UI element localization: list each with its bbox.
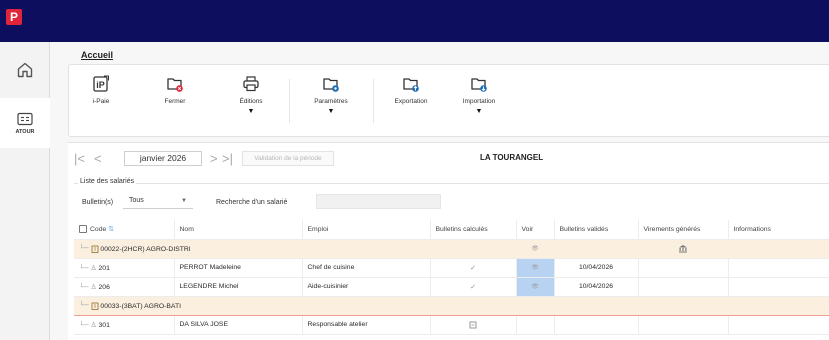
chevron-down-icon: ▼: [181, 198, 187, 204]
column-emploi[interactable]: Emploi: [302, 220, 431, 240]
ipaie-icon: iP: [93, 75, 109, 92]
eye-icon[interactable]: 👁: [531, 246, 539, 252]
last-period-button[interactable]: >|: [222, 152, 233, 166]
group-row[interactable]: └─ 00022-(2HCR) AGRO-DISTRI 👁: [74, 239, 829, 259]
folder-export-icon: [403, 78, 419, 92]
calculate-icon[interactable]: [469, 321, 477, 329]
fermer-label: Fermer: [164, 98, 186, 105]
exportation-button[interactable]: Exportation: [381, 75, 441, 131]
ribbon-separator: [373, 79, 374, 123]
first-period-button[interactable]: |<: [74, 152, 85, 166]
importation-label: Importation: [462, 98, 496, 105]
parametres-label: Paramètres: [314, 98, 348, 105]
importation-button[interactable]: Importation ▼: [449, 75, 509, 131]
folder-settings-icon: [323, 78, 339, 92]
importation-caret-icon[interactable]: ▼: [476, 108, 483, 115]
group-row[interactable]: └─ 00033-(3BAT) AGRO-BATI: [74, 295, 829, 316]
tab-accueil[interactable]: Accueil: [81, 50, 113, 60]
section-divider: [74, 183, 829, 184]
parametres-button[interactable]: Paramètres ▼: [301, 75, 361, 131]
table-header-row: Code ⇅ Nom Emploi Bulletins calculés Voi…: [74, 220, 829, 240]
table-row[interactable]: └─ ♙ 206 LEGENDRE Michel Aide-cuisinier …: [74, 277, 829, 297]
select-all-checkbox[interactable]: [79, 225, 87, 234]
company-name: LA TOURANGEL: [480, 153, 544, 162]
home-icon: [17, 62, 33, 78]
folder-import-icon: [471, 78, 487, 92]
fermer-button[interactable]: Fermer: [145, 75, 205, 131]
table-row[interactable]: └─ ♙ 201 PERROT Madeleine Chef de cuisin…: [74, 258, 829, 278]
employees-table: Code ⇅ Nom Emploi Bulletins calculés Voi…: [74, 220, 829, 335]
ribbon-toolbar: iP i-Paie Fermer Éditions ▼ Paramètres ▼…: [68, 64, 829, 137]
sort-icon[interactable]: ⇅: [108, 226, 114, 233]
search-label: Recherche d'un salarié: [216, 199, 288, 206]
column-code[interactable]: Code ⇅: [74, 220, 175, 240]
section-title: Liste des salariés: [78, 178, 137, 185]
column-nom[interactable]: Nom: [174, 220, 303, 240]
nav-atour-label: ATOUR: [15, 128, 35, 135]
eye-icon[interactable]: 👁: [531, 284, 539, 290]
ipaie-label: i-Paie: [92, 98, 110, 105]
employee-search-input[interactable]: [316, 194, 441, 209]
exportation-label: Exportation: [394, 98, 428, 105]
group-label: 00022-(2HCR) AGRO-DISTRI: [100, 245, 191, 253]
bank-transfer-icon[interactable]: [678, 244, 688, 253]
main-area: Accueil iP i-Paie Fermer Éditions ▼ Para…: [50, 42, 829, 340]
nav-atour-button[interactable]: ATOUR: [0, 98, 50, 148]
ribbon-separator: [289, 79, 290, 123]
printer-icon: [243, 76, 259, 92]
editions-button[interactable]: Éditions ▼: [221, 75, 281, 131]
parametres-caret-icon[interactable]: ▼: [328, 108, 335, 115]
bulletin-filter-select[interactable]: Tous ▼: [123, 193, 193, 209]
filter-label: Bulletin(s): [82, 199, 114, 206]
table-row[interactable]: └─ ♙ 301 DA SILVA JOSE Responsable ateli…: [74, 315, 829, 335]
column-voir[interactable]: Voir: [516, 220, 555, 240]
validate-period-button[interactable]: Validation de la période: [242, 151, 334, 166]
eye-icon[interactable]: 👁: [531, 265, 539, 271]
app-logo[interactable]: P: [6, 9, 22, 25]
period-selector[interactable]: janvier 2026: [124, 151, 202, 166]
folder-close-icon: [167, 78, 183, 92]
editions-caret-icon[interactable]: ▼: [248, 108, 255, 115]
building-icon: [91, 245, 98, 253]
left-navigation: ATOUR: [0, 42, 50, 340]
column-virements[interactable]: Virements générés: [638, 220, 729, 240]
building-icon: [91, 302, 98, 310]
ipaie-button[interactable]: iP i-Paie: [71, 75, 131, 131]
svg-text:iP: iP: [96, 80, 105, 90]
group-label: 00033-(3BAT) AGRO-BATI: [100, 302, 182, 310]
id-card-icon: [17, 112, 33, 125]
editions-label: Éditions: [239, 98, 263, 105]
content-panel: |< < janvier 2026 > >| Validation de la …: [68, 142, 829, 340]
column-informations[interactable]: Informations: [728, 220, 829, 240]
next-period-button[interactable]: >: [210, 152, 218, 166]
nav-home-button[interactable]: [0, 46, 50, 94]
column-bulletins-calcules[interactable]: Bulletins calculés: [430, 220, 517, 240]
prev-period-button[interactable]: <: [94, 152, 102, 166]
app-topbar: P: [0, 0, 829, 42]
period-navigation: |< < janvier 2026 > >| Validation de la …: [68, 143, 829, 173]
bulletin-filter-value: Tous: [129, 197, 144, 204]
column-bulletins-valides[interactable]: Bulletins validés: [554, 220, 639, 240]
